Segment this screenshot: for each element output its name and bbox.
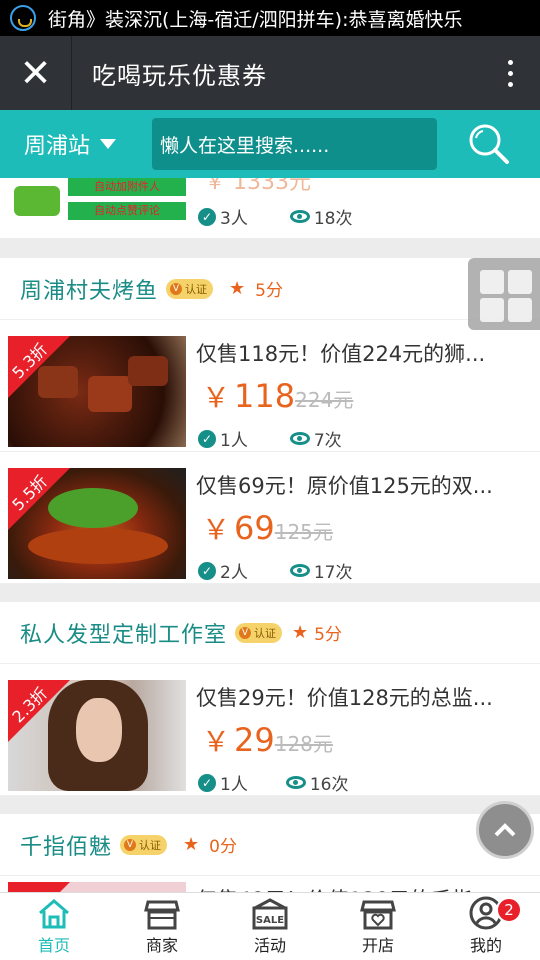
- promo-line2: 自动点赞评论: [68, 202, 186, 220]
- title-bar: ✕ 吃喝玩乐优惠券: [0, 36, 540, 110]
- nav-label: 首页: [37, 936, 70, 955]
- notification-app-icon: [10, 5, 36, 31]
- deal-title: 仅售118元！价值224元的狮...: [196, 342, 486, 366]
- shop-card: 周浦村夫烤鱼 V 认证 ★ 5分 5.3折 仅售118元！价值224元的狮... …: [0, 258, 540, 584]
- original-price: 125元: [274, 520, 333, 544]
- deal-item[interactable]: 折 仅售49元！价值120元的千指...: [0, 876, 540, 892]
- deal-thumbnail: 5.3折: [8, 336, 186, 447]
- deal-thumbnail: 2.3折: [8, 680, 186, 791]
- nav-item-open-store[interactable]: 开店: [324, 893, 432, 960]
- close-button[interactable]: ✕: [0, 36, 72, 110]
- deal-thumbnail: 折: [8, 882, 186, 892]
- search-button[interactable]: [437, 110, 540, 178]
- deal-title: 仅售29元！价值128元的总监...: [196, 686, 493, 710]
- search-header: 周浦站 懒人在这里搜索......: [0, 110, 540, 178]
- shop-icon: [144, 900, 180, 930]
- shop-header[interactable]: 千指佰魅 V 认证 ★ 0分: [0, 814, 540, 876]
- deal-price: ￥ 29 128元: [202, 721, 333, 759]
- deal-stats: ✓ 3人 18次: [198, 204, 352, 229]
- shop-header[interactable]: 私人发型定制工作室 V 认证 ★ 5分: [0, 602, 540, 664]
- view-count: 16次: [309, 775, 349, 795]
- deal-thumbnail: 5.5折: [8, 468, 186, 579]
- check-icon: ✓: [198, 429, 216, 448]
- shop-score: 0分: [209, 837, 237, 857]
- partial-deal-card[interactable]: 自动加附件人 自动点赞评论 ￥ 1333元 ✓ 3人 18次: [0, 178, 540, 238]
- nav-item-home[interactable]: 首页: [0, 893, 108, 960]
- deal-stats: ✓ 1人 16次: [198, 770, 348, 795]
- shop-name: 私人发型定制工作室: [20, 622, 228, 648]
- deal-stats: ✓ 2人 17次: [198, 558, 352, 583]
- station-selector[interactable]: 周浦站: [0, 128, 152, 160]
- notification-badge: 2: [496, 897, 522, 923]
- wechat-icon: [14, 186, 60, 216]
- nav-item-mine[interactable]: 我的 2: [432, 893, 540, 960]
- star-icon: ★: [229, 278, 246, 299]
- open-store-icon: [360, 900, 396, 930]
- category-grid-button[interactable]: [468, 258, 540, 330]
- deal-title: 仅售49元！价值120元的千指...: [196, 884, 526, 892]
- page-title: 吃喝玩乐优惠券: [92, 61, 267, 90]
- star-icon: ★: [183, 834, 200, 855]
- view-count: 18次: [313, 209, 353, 229]
- deal-price: ￥ 69 125元: [202, 509, 333, 547]
- original-price: 128元: [274, 732, 333, 756]
- deal-thumbnail: 自动加附件人 自动点赞评论: [8, 178, 186, 226]
- notification-text: 街角》装深沉(上海-宿迁/泗阳拼车):恭喜离婚快乐: [48, 8, 463, 31]
- nav-item-activities[interactable]: SALE 活动: [216, 893, 324, 960]
- nav-label: 商家: [145, 936, 178, 955]
- buyer-count: 3人: [220, 209, 248, 229]
- search-placeholder: 懒人在这里搜索......: [160, 134, 330, 157]
- nav-item-merchants[interactable]: 商家: [108, 893, 216, 960]
- shop-name: 周浦村夫烤鱼: [20, 278, 159, 304]
- eye-icon: [289, 210, 310, 223]
- deal-price: ￥ 118 224元: [202, 377, 354, 415]
- nav-label: 我的: [469, 936, 502, 955]
- station-label: 周浦站: [24, 134, 91, 159]
- chevron-down-icon: [100, 139, 117, 149]
- more-menu-icon[interactable]: [480, 59, 540, 87]
- buyer-count: 2人: [220, 563, 248, 583]
- deal-list[interactable]: 自动加附件人 自动点赞评论 ￥ 1333元 ✓ 3人 18次 周浦村夫烤鱼 V认…: [0, 178, 540, 892]
- buyer-count: 1人: [220, 431, 248, 451]
- promo-line1: 自动加附件人: [68, 178, 186, 196]
- verified-badge: V 认证: [166, 278, 214, 299]
- deal-stats: ✓ 1人 7次: [198, 426, 342, 451]
- shop-score: 5分: [314, 625, 342, 645]
- search-icon: [469, 124, 509, 164]
- eye-icon: [285, 776, 306, 789]
- shop-card: 私人发型定制工作室 V 认证 ★ 5分 2.3折 仅售29元！价值128元的总监.…: [0, 602, 540, 796]
- shop-card: 千指佰魅 V认证 ★ 0分 折 仅售49元！价值120元的千指...: [0, 814, 540, 892]
- eye-icon: [289, 432, 310, 445]
- original-price: 224元: [295, 388, 354, 412]
- partial-price: ￥ 1333元: [204, 178, 311, 195]
- buyer-count: 1人: [220, 775, 248, 795]
- check-icon: ✓: [198, 561, 216, 580]
- eye-icon: [289, 564, 310, 577]
- star-icon: ★: [292, 622, 309, 643]
- shop-score: 5分: [255, 281, 283, 301]
- view-count: 7次: [313, 431, 342, 451]
- home-icon: [39, 899, 69, 929]
- notification-bar: 街角》装深沉(上海-宿迁/泗阳拼车):恭喜离婚快乐: [0, 0, 540, 36]
- deal-item[interactable]: 5.5折 仅售69元！原价值125元的双... ￥ 69 125元 ✓ 2人 17次: [0, 452, 540, 584]
- search-input[interactable]: 懒人在这里搜索......: [152, 118, 437, 170]
- verified-badge: V 认证: [120, 834, 168, 855]
- deal-title: 仅售69元！原价值125元的双...: [196, 474, 493, 498]
- back-to-top-button[interactable]: [476, 801, 534, 859]
- sale-icon: SALE: [252, 898, 288, 930]
- check-icon: ✓: [198, 207, 216, 226]
- nav-label: 活动: [253, 936, 286, 955]
- shop-header[interactable]: 周浦村夫烤鱼 V 认证 ★ 5分: [0, 258, 540, 320]
- deal-item[interactable]: 5.3折 仅售118元！价值224元的狮... ￥ 118 224元 ✓ 1人 7次: [0, 320, 540, 452]
- nav-label: 开店: [361, 936, 394, 955]
- deal-item[interactable]: 2.3折 仅售29元！价值128元的总监... ￥ 29 128元 ✓ 1人 16次: [0, 664, 540, 796]
- chevron-up-icon: [494, 823, 516, 837]
- verified-badge: V 认证: [235, 622, 283, 643]
- check-icon: ✓: [198, 773, 216, 792]
- shop-name: 千指佰魅: [20, 834, 113, 860]
- bottom-nav: 首页 商家 SALE 活动 开店 我的 2: [0, 892, 540, 960]
- svg-text:SALE: SALE: [256, 915, 284, 926]
- view-count: 17次: [313, 563, 353, 583]
